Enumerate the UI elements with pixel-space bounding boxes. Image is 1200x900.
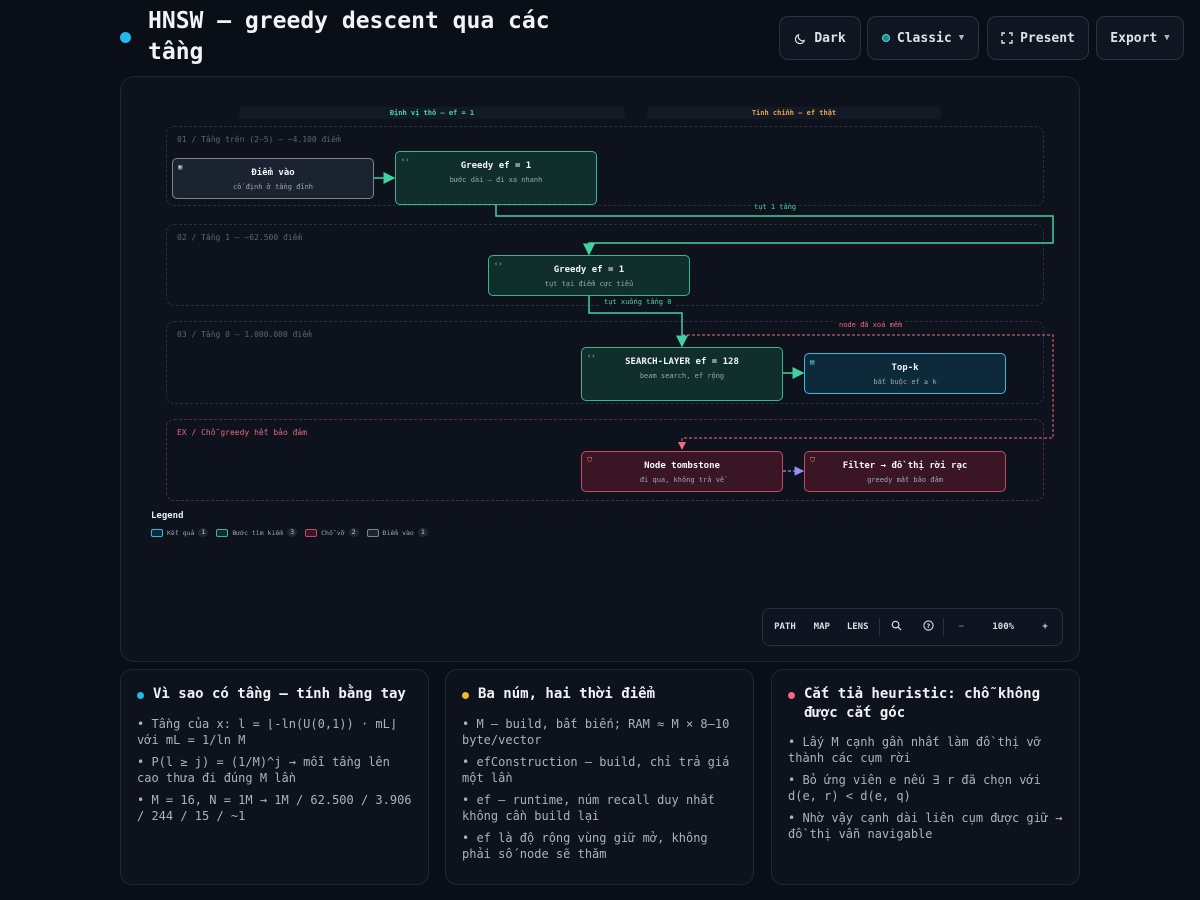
shield-icon: ⛉ <box>587 456 593 464</box>
shield-icon: ⛉ <box>810 456 816 464</box>
code-icon: ‹› <box>587 352 596 360</box>
list-item: • Lấy M cạnh gần nhất làm đồ thị vỡ thàn… <box>788 735 1041 765</box>
node-subtitle: beam search, ef rộng <box>639 372 725 380</box>
result-icon: ▤ <box>810 358 815 366</box>
node-title: Top-k <box>891 363 919 373</box>
theme-select[interactable]: Classic ▼ <box>867 16 979 60</box>
list-item: • ef là độ rộng vùng giữ mở, không phải … <box>462 831 708 861</box>
legend-label: Điểm vào <box>382 528 414 537</box>
chevron-down-icon: ▼ <box>958 33 965 43</box>
edge-label-descend-1: tụt 1 tầng <box>751 203 800 211</box>
legend-label: Kết quả <box>167 528 195 537</box>
card-bullets: • Tầng của x: l = ⌊-ln(U(0,1)) · mL⌋ với… <box>137 716 417 830</box>
list-item: • efConstruction — build, chỉ trả giá mộ… <box>462 755 730 785</box>
card-bullets: • M — build, bất biến; RAM ≈ M × 8–10 by… <box>462 716 742 868</box>
node-subtitle: greedy mất bảo đảm <box>867 476 943 484</box>
node-subtitle: đi qua, không trả về <box>639 476 725 484</box>
dark-mode-label: Dark <box>814 30 846 46</box>
card-title: Cắt tỉa heuristic: chỗ không được cắt gó… <box>804 686 1041 721</box>
node-subtitle: tụt tại điểm cực tiểu <box>544 280 634 288</box>
zoom-in-button[interactable]: + <box>1028 622 1062 632</box>
legend: Kết quả 1 Bước tìm kiếm 3 Chỗ vỡ 2 Điểm … <box>151 528 428 537</box>
node-search-layer[interactable]: ‹› SEARCH-LAYER ef = 128 beam search, ef… <box>581 347 783 401</box>
node-entry-point[interactable]: ▣ Điểm vào cố định ở tầng đỉnh <box>172 158 374 199</box>
edge-label-deleted: node đã xoá mềm <box>836 321 906 329</box>
search-icon[interactable] <box>880 620 914 634</box>
card-three-knobs: Ba núm, hai thời điểm • M — build, bất b… <box>445 669 754 885</box>
legend-count: 3 <box>287 528 298 537</box>
code-icon: ‹› <box>494 260 503 268</box>
card-heuristic-pruning: Cắt tỉa heuristic: chỗ không được cắt gó… <box>771 669 1080 885</box>
node-tombstone[interactable]: ⛉ Node tombstone đi qua, không trả về <box>581 451 783 492</box>
legend-swatch <box>216 528 229 537</box>
export-button[interactable]: Export ▼ <box>1096 16 1184 60</box>
fullscreen-icon <box>1001 32 1013 44</box>
list-item: • Tầng của x: l = ⌊-ln(U(0,1)) · mL⌋ với… <box>137 717 398 747</box>
node-title: Điểm vào <box>251 168 295 178</box>
theme-swatch-icon <box>881 34 890 42</box>
node-title: Filter → đồ thị rời rạc <box>842 461 968 471</box>
header: HNSW — greedy descent qua các tầng Dark … <box>0 0 1200 76</box>
card-bullets: • Lấy M cạnh gần nhất làm đồ thị vỡ thàn… <box>788 734 1068 848</box>
edge-descend-layer-1 <box>495 205 1054 256</box>
node-filter[interactable]: ⛉ Filter → đồ thị rời rạc greedy mất bảo… <box>804 451 1006 492</box>
svg-text:?: ? <box>927 622 931 630</box>
path-mode-button[interactable]: PATH <box>763 622 807 632</box>
help-icon[interactable]: ? <box>914 620 944 634</box>
code-icon: ‹› <box>401 156 410 164</box>
list-item: • Bỏ ứng viên e nếu ∃ r đã chọn với d(e,… <box>788 773 1041 803</box>
entry-icon: ▣ <box>178 163 183 171</box>
node-title: SEARCH-LAYER ef = 128 <box>625 357 739 367</box>
node-top-k[interactable]: ▤ Top-k bắt buộc ef ≥ k <box>804 353 1006 394</box>
export-label: Export <box>1110 30 1158 46</box>
legend-count: 1 <box>417 528 428 537</box>
present-label: Present <box>1020 30 1075 46</box>
node-greedy-layer-1[interactable]: ‹› Greedy ef = 1 tụt tại điểm cực tiểu <box>488 255 690 296</box>
node-title: Node tombstone <box>644 461 720 471</box>
legend-label: Bước tìm kiếm <box>232 528 284 537</box>
legend-item-search-step[interactable]: Bước tìm kiếm 3 <box>216 528 298 537</box>
list-item: • Nhờ vậy cạnh dài liên cụm được giữ → đ… <box>788 811 1063 841</box>
legend-item-break[interactable]: Chỗ vỡ 2 <box>305 528 359 537</box>
node-subtitle: bước dài — đi xa nhanh <box>449 176 543 184</box>
list-item: • ef — runtime, núm recall duy nhất khôn… <box>462 793 715 823</box>
legend-label: Chỗ vỡ <box>321 528 345 537</box>
legend-count: 2 <box>348 528 359 537</box>
legend-swatch <box>151 528 163 537</box>
list-item: • M = 16, N = 1M → 1M / 62.500 / 3.906 /… <box>137 793 412 823</box>
page-title: HNSW — greedy descent qua các tầng <box>148 8 550 65</box>
legend-swatch <box>305 528 318 537</box>
node-title: Greedy ef = 1 <box>553 265 625 275</box>
node-title: Greedy ef = 1 <box>460 161 532 171</box>
card-dot <box>137 692 144 699</box>
node-greedy-top[interactable]: ‹› Greedy ef = 1 bước dài — đi xa nhanh <box>395 151 597 205</box>
card-dot <box>462 692 469 699</box>
node-subtitle: bắt buộc ef ≥ k <box>873 378 937 386</box>
node-subtitle: cố định ở tầng đỉnh <box>232 183 314 191</box>
title-status-dot <box>120 32 131 43</box>
moon-icon <box>795 33 806 44</box>
list-item: • P(l ≥ j) = (1/M)^j → mỗi tầng lên cao … <box>137 755 390 785</box>
legend-swatch <box>366 528 379 537</box>
card-why-layers: Vì sao có tầng — tính bằng tay • Tầng củ… <box>120 669 429 885</box>
canvas-toolbar: PATH MAP LENS ? − 100% + <box>762 608 1063 646</box>
map-mode-button[interactable]: MAP <box>807 622 837 632</box>
card-title: Ba núm, hai thời điểm <box>478 686 656 702</box>
diagram-canvas[interactable]: Định vị thô — ef = 1 Tinh chỉnh — ef thậ… <box>120 76 1080 662</box>
card-dot <box>788 692 795 699</box>
legend-item-result[interactable]: Kết quả 1 <box>151 528 209 537</box>
theme-label: Classic <box>896 30 952 46</box>
edge-label-descend-0: tụt xuống tầng 0 <box>601 298 675 306</box>
legend-item-entry[interactable]: Điểm vào 1 <box>366 528 428 537</box>
present-button[interactable]: Present <box>987 16 1089 60</box>
legend-title: Legend <box>151 511 184 521</box>
card-title: Vì sao có tầng — tính bằng tay <box>153 686 406 702</box>
legend-count: 1 <box>198 528 209 537</box>
lens-mode-button[interactable]: LENS <box>837 622 879 632</box>
chevron-down-icon: ▼ <box>1164 33 1170 43</box>
list-item: • M — build, bất biến; RAM ≈ M × 8–10 by… <box>462 717 730 747</box>
zoom-out-button[interactable]: − <box>944 622 978 632</box>
dark-mode-button[interactable]: Dark <box>779 16 861 60</box>
zoom-level: 100% <box>992 622 1015 632</box>
